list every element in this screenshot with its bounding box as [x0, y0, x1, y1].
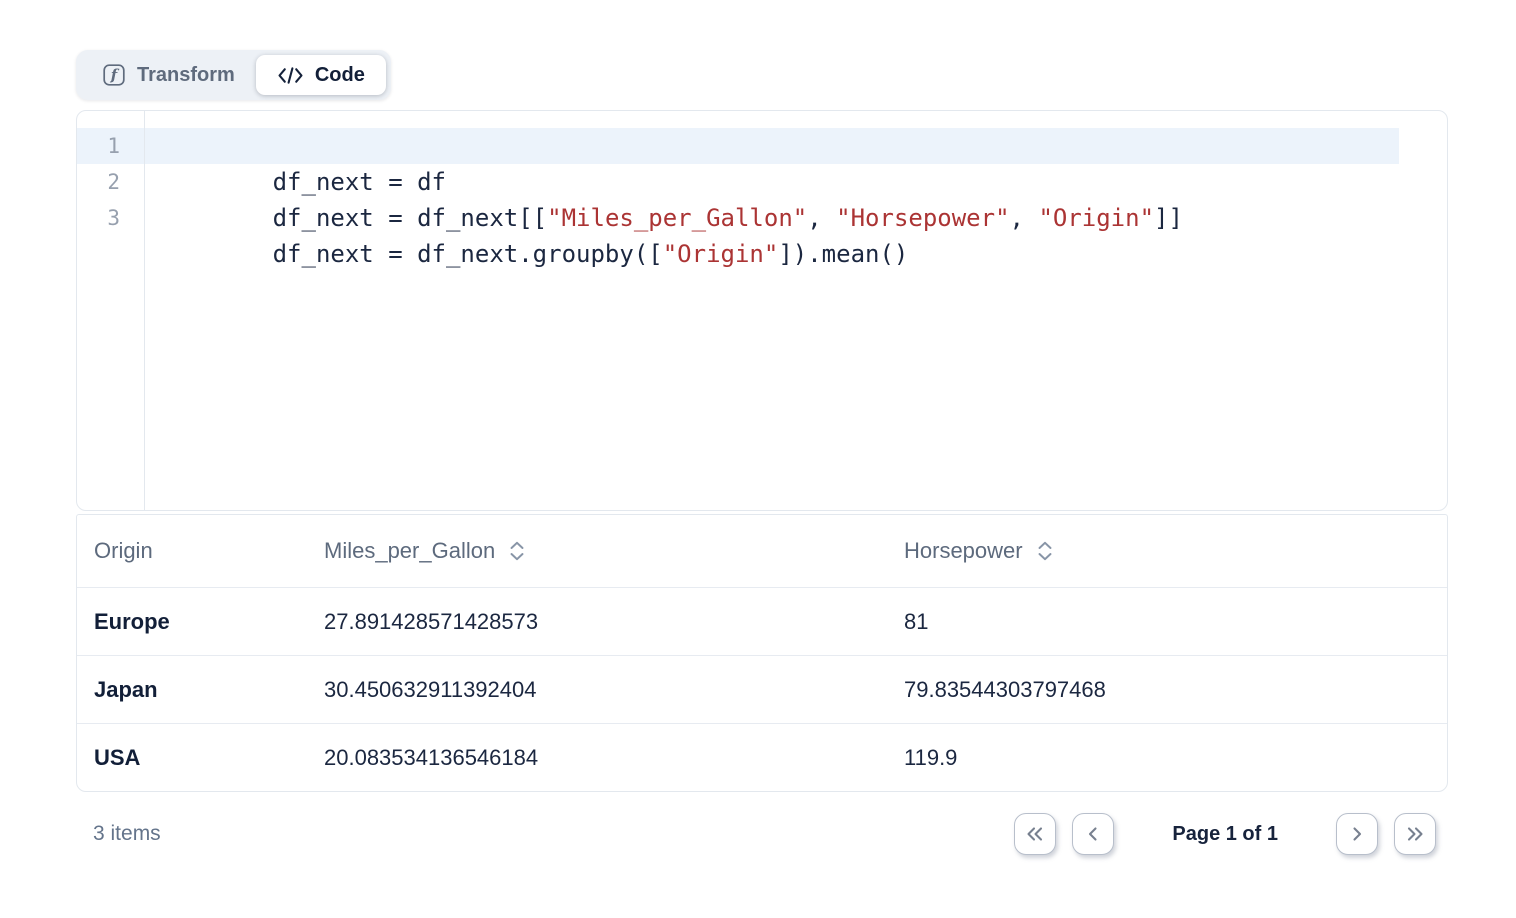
line-number: 2 [77, 164, 144, 200]
tab-transform[interactable]: f Transform [81, 55, 256, 95]
row-origin: USA [77, 745, 307, 771]
code-token: , [807, 204, 836, 232]
function-icon: f [102, 63, 126, 87]
line-number: 3 [77, 200, 144, 236]
pagination-controls: Page 1 of 1 [1014, 813, 1448, 855]
code-token: df_next = df_next.groupby([ [273, 240, 663, 268]
column-header-miles-per-gallon[interactable]: Miles_per_Gallon [307, 538, 887, 564]
sort-icon[interactable] [509, 541, 525, 561]
chevron-right-icon [1345, 822, 1369, 846]
code-token-string: "Horsepower" [836, 204, 1009, 232]
items-count: 3 items [93, 822, 161, 846]
row-miles-per-gallon: 27.891428571428573 [307, 609, 887, 635]
pagination-bar: 3 items Page 1 of 1 [76, 792, 1448, 876]
code-token: df_next = df [273, 168, 446, 196]
table-row: USA 20.083534136546184 119.9 [77, 723, 1447, 791]
row-horsepower: 81 [887, 609, 1447, 635]
double-chevron-left-icon [1023, 822, 1047, 846]
column-header-label: Horsepower [904, 538, 1023, 564]
code-token-string: "Origin" [663, 240, 779, 268]
double-chevron-right-icon [1403, 822, 1427, 846]
row-horsepower: 79.83544303797468 [887, 677, 1447, 703]
column-header-label: Miles_per_Gallon [324, 538, 495, 564]
svg-text:f: f [110, 66, 120, 84]
code-token: , [1010, 204, 1039, 232]
code-token-string: "Miles_per_Gallon" [547, 204, 807, 232]
page-indicator: Page 1 of 1 [1172, 823, 1278, 846]
result-table: Origin Miles_per_Gallon Horsepower [76, 514, 1448, 792]
code-token: ]] [1154, 204, 1183, 232]
column-header-origin: Origin [77, 538, 307, 564]
tab-code-label: Code [315, 64, 365, 87]
code-token: ]).mean() [778, 240, 908, 268]
chevron-left-icon [1081, 822, 1105, 846]
view-mode-tab-bar: f Transform Code [76, 50, 391, 100]
row-origin: Japan [77, 677, 307, 703]
column-header-horsepower[interactable]: Horsepower [887, 538, 1447, 564]
line-number: 1 [77, 128, 144, 164]
sort-icon[interactable] [1037, 541, 1053, 561]
table-header-row: Origin Miles_per_Gallon Horsepower [77, 515, 1447, 587]
table-row: Europe 27.891428571428573 81 [77, 587, 1447, 655]
code-editor[interactable]: 1 2 3 df_next = df df_next = df_next[["M… [76, 110, 1448, 511]
column-header-label: Origin [94, 538, 153, 564]
row-miles-per-gallon: 30.450632911392404 [307, 677, 887, 703]
code-token-string: "Origin" [1038, 204, 1154, 232]
row-miles-per-gallon: 20.083534136546184 [307, 745, 887, 771]
row-origin: Europe [77, 609, 307, 635]
tab-code[interactable]: Code [256, 55, 386, 95]
tab-transform-label: Transform [137, 64, 235, 87]
row-horsepower: 119.9 [887, 745, 1447, 771]
previous-page-button[interactable] [1072, 813, 1114, 855]
code-line-1[interactable]: df_next = df [145, 128, 1399, 164]
code-icon [277, 65, 304, 86]
last-page-button[interactable] [1394, 813, 1436, 855]
app-container: f Transform Code 1 2 3 df_next = d [76, 0, 1448, 876]
table-row: Japan 30.450632911392404 79.835443037974… [77, 655, 1447, 723]
next-page-button[interactable] [1336, 813, 1378, 855]
code-pane[interactable]: df_next = df df_next = df_next[["Miles_p… [145, 111, 1447, 510]
line-number-gutter: 1 2 3 [77, 111, 145, 510]
code-token: df_next = df_next[[ [273, 204, 548, 232]
first-page-button[interactable] [1014, 813, 1056, 855]
